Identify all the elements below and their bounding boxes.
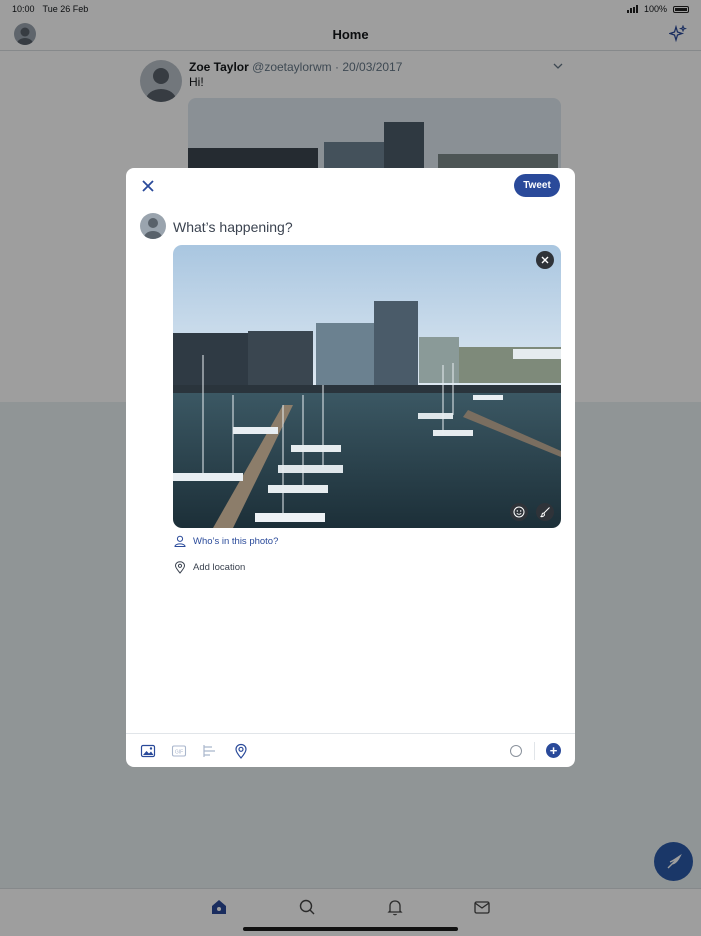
close-icon [541,256,549,264]
person-icon [174,535,186,547]
poll-icon[interactable] [202,743,218,759]
close-icon[interactable] [138,176,158,196]
attached-photo[interactable] [173,245,561,528]
edit-photo-button[interactable] [536,503,554,521]
sticker-button[interactable] [510,503,528,521]
add-location-label: Add location [193,562,246,573]
tag-people-link[interactable]: Who’s in this photo? [174,535,278,547]
image-icon[interactable] [140,743,156,759]
svg-text:GIF: GIF [175,750,183,756]
tweet-button[interactable]: Tweet [514,174,560,197]
character-counter [510,745,522,757]
add-thread-button[interactable]: + [546,743,561,758]
composer-toolbar: GIF + [126,733,575,767]
home-indicator [243,927,458,931]
location-pin-icon[interactable] [233,743,249,759]
tag-people-label: Who’s in this photo? [193,535,279,547]
brush-icon [540,507,550,518]
location-pin-icon [174,561,186,574]
tweet-text-input[interactable]: What’s happening? [173,219,293,235]
remove-photo-button[interactable] [536,251,554,269]
add-location-link[interactable]: Add location [174,561,245,574]
toolbar-divider [534,742,535,760]
gif-icon[interactable]: GIF [171,743,187,759]
smiley-icon [513,506,525,518]
compose-tweet-modal: Tweet What’s happening? Who’s in this ph… [126,168,575,767]
composer-avatar [140,213,166,239]
